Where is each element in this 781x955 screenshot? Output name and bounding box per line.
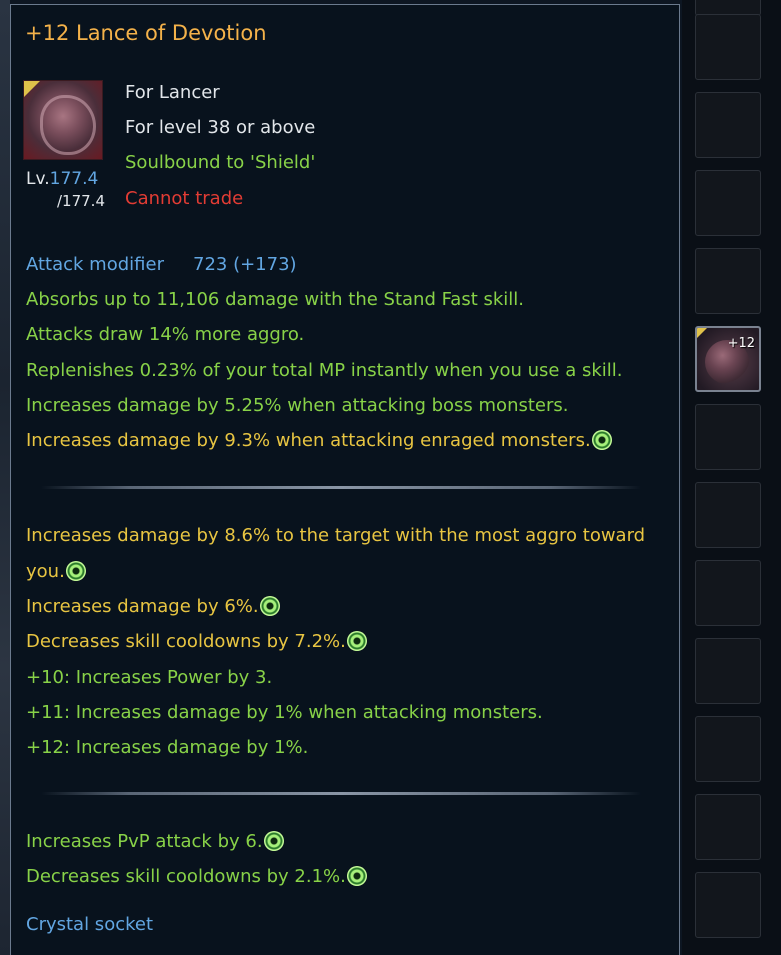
item-title: +12 Lance of Devotion: [25, 21, 267, 45]
item-level: Lv.177.4: [26, 168, 98, 190]
slot-enchant-level: +12: [727, 336, 755, 351]
enchant-bonus-line: +10: Increases Power by 3.: [26, 667, 273, 688]
trade-status: Cannot trade: [125, 188, 244, 209]
stat-line: Replenishes 0.23% of your total MP insta…: [26, 360, 623, 381]
pvp-roll-line: Increases PvP attack by 6.: [26, 831, 284, 853]
attack-modifier-value: 723 (+173): [193, 254, 297, 275]
roll-text: Increases damage by 6%.: [26, 596, 259, 617]
crystal-socket: Crystal socket: [26, 914, 154, 935]
item-level-max: /177.4: [57, 192, 105, 210]
pvp-roll-line: Decreases skill cooldowns by 2.1%.: [26, 866, 367, 888]
roll-line-continued: you.: [26, 561, 86, 583]
stat-line: Attacks draw 14% more aggro.: [26, 324, 305, 345]
inventory-slot[interactable]: [695, 716, 761, 782]
inventory-panel: +12: [682, 0, 781, 955]
inventory-slot[interactable]: [695, 170, 761, 236]
attack-modifier-label: Attack modifier: [26, 254, 164, 275]
grade-corner-icon: [697, 328, 707, 338]
reroll-icon: [259, 596, 280, 616]
reroll-icon: [65, 561, 86, 581]
roll-line: Increases damage by 8.6% to the target w…: [26, 525, 646, 546]
inventory-slot-lance[interactable]: +12: [695, 326, 761, 392]
stat-line: Increases damage by 5.25% when attacking…: [26, 395, 569, 416]
level-requirement: For level 38 or above: [125, 117, 316, 138]
pvp-roll-text: Decreases skill cooldowns by 2.1%.: [26, 866, 346, 887]
reroll-icon: [346, 866, 367, 886]
inventory-slot[interactable]: [695, 92, 761, 158]
section-divider: [41, 486, 641, 489]
reroll-icon: [263, 831, 284, 851]
inventory-slot[interactable]: [695, 482, 761, 548]
reroll-icon: [591, 430, 612, 450]
roll-line: Decreases skill cooldowns by 7.2%.: [26, 631, 367, 653]
enchant-bonus-line: +11: Increases damage by 1% when attacki…: [26, 702, 543, 723]
lance-art: [40, 95, 96, 155]
inventory-slot[interactable]: [695, 638, 761, 704]
inventory-slot[interactable]: [695, 14, 761, 80]
lance-item-icon: [23, 80, 103, 160]
inventory-slot[interactable]: [695, 248, 761, 314]
background-left-edge: [0, 0, 10, 955]
item-tooltip: +12 Lance of Devotion Lv.177.4 /177.4 Fo…: [10, 4, 680, 955]
pvp-roll-text: Increases PvP attack by 6.: [26, 831, 263, 852]
class-requirement: For Lancer: [125, 82, 220, 103]
stat-line-rerollable: Increases damage by 9.3% when attacking …: [26, 430, 612, 452]
stat-line: Absorbs up to 11,106 damage with the Sta…: [26, 289, 525, 310]
roll-text: you.: [26, 561, 65, 582]
inventory-slot[interactable]: [695, 560, 761, 626]
roll-line: Increases damage by 6%.: [26, 596, 280, 618]
inventory-slot[interactable]: [695, 404, 761, 470]
soulbound-status: Soulbound to 'Shield': [125, 152, 316, 173]
reroll-icon: [346, 631, 367, 651]
enchant-bonus-line: +12: Increases damage by 1%.: [26, 737, 309, 758]
inventory-slot[interactable]: [695, 872, 761, 938]
section-divider: [41, 792, 641, 795]
grade-corner-icon: [24, 81, 40, 97]
roll-text: Decreases skill cooldowns by 7.2%.: [26, 631, 346, 652]
inventory-slot[interactable]: [695, 794, 761, 860]
item-level-prefix: Lv.: [26, 169, 50, 189]
item-level-value: 177.4: [49, 169, 99, 189]
stat-text: Increases damage by 9.3% when attacking …: [26, 430, 591, 451]
